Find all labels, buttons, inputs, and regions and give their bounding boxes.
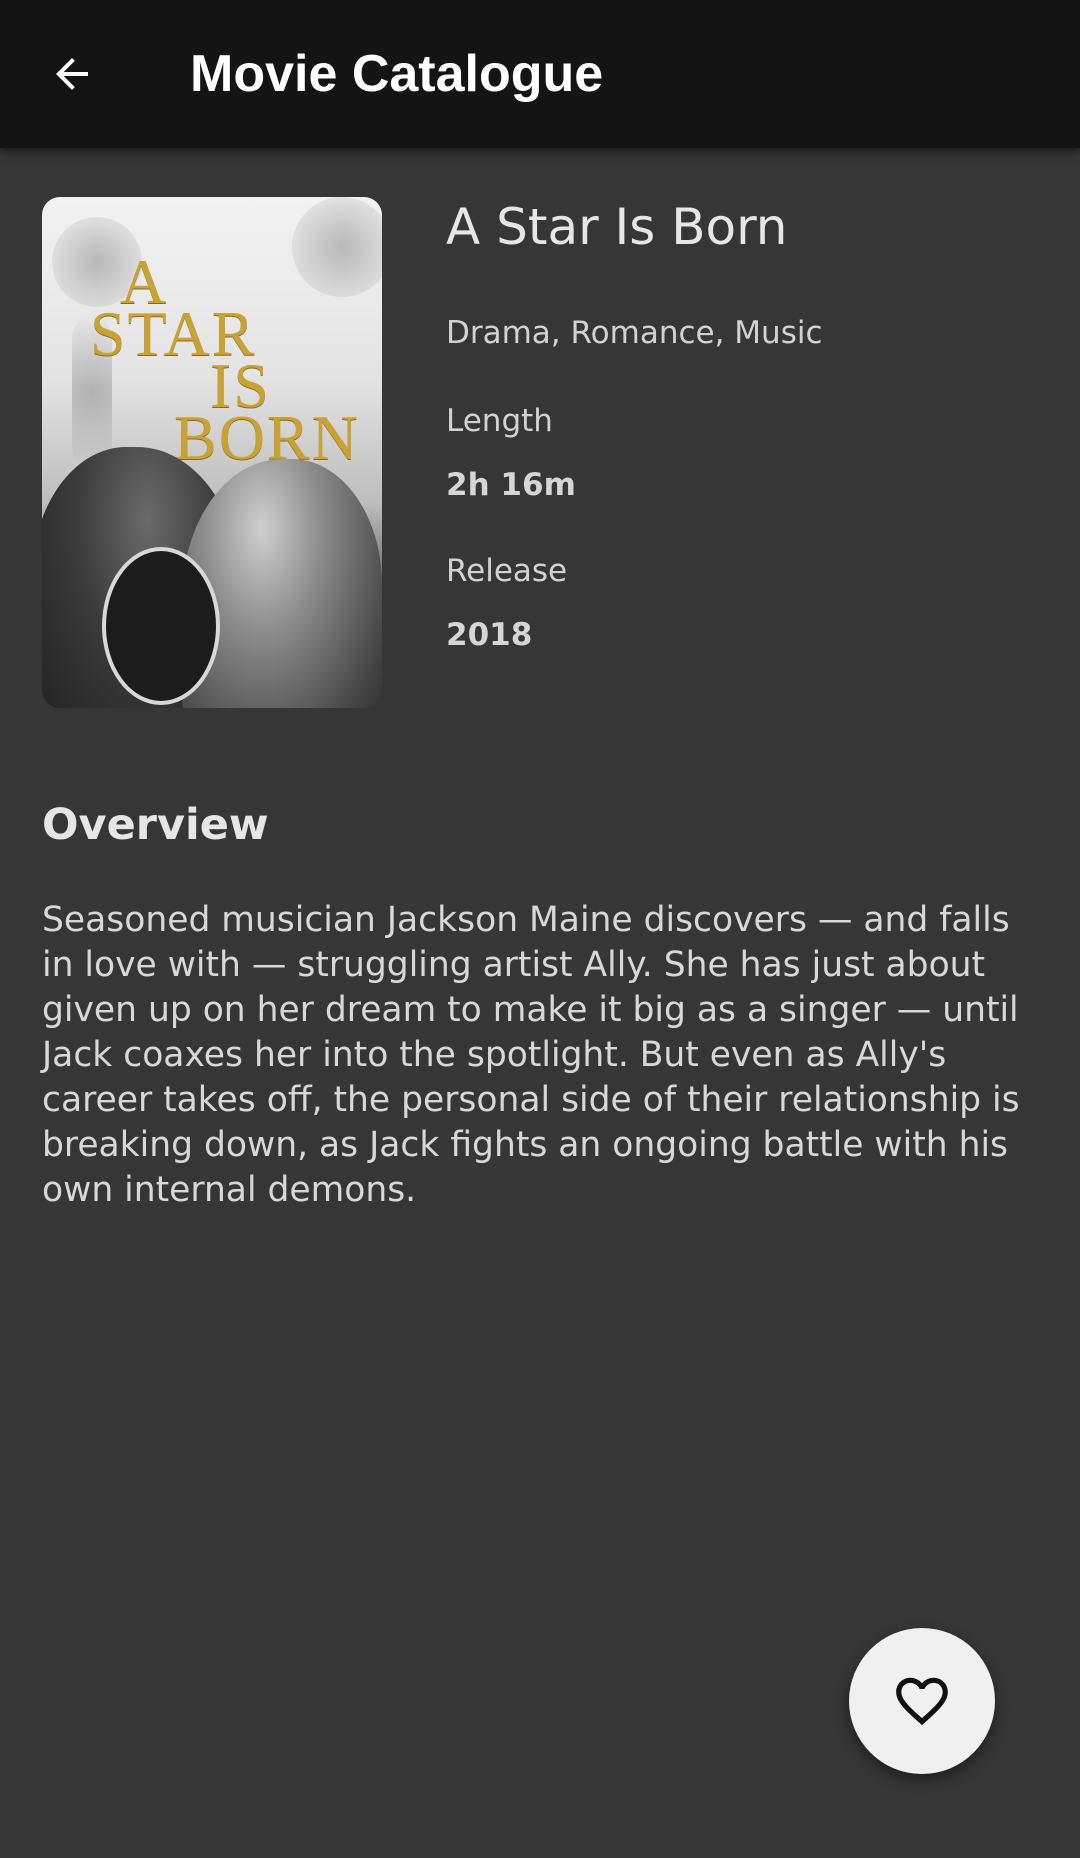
length-label: Length (446, 403, 553, 439)
arrow-back-icon (56, 58, 88, 90)
app-toolbar: Movie Catalogue (0, 0, 1080, 148)
heart-outline-icon (896, 1677, 948, 1726)
release-label: Release (446, 553, 568, 589)
toolbar-title: Movie Catalogue (190, 45, 604, 103)
poster-guitar (102, 547, 220, 705)
back-button[interactable] (42, 44, 102, 104)
movie-genres: Drama, Romance, Music (446, 315, 823, 351)
overview-text: Seasoned musician Jackson Maine discover… (42, 900, 1020, 1210)
movie-poster: A STAR IS BORN (42, 197, 382, 708)
overview-heading: Overview (42, 800, 269, 850)
movie-detail-screen: Movie Catalogue A STAR IS BORN A Star Is… (0, 0, 1080, 1858)
length-value: 2h 16m (446, 467, 576, 503)
release-value: 2018 (446, 617, 533, 653)
movie-title: A Star Is Born (446, 198, 788, 256)
favorite-button[interactable] (849, 1628, 995, 1774)
